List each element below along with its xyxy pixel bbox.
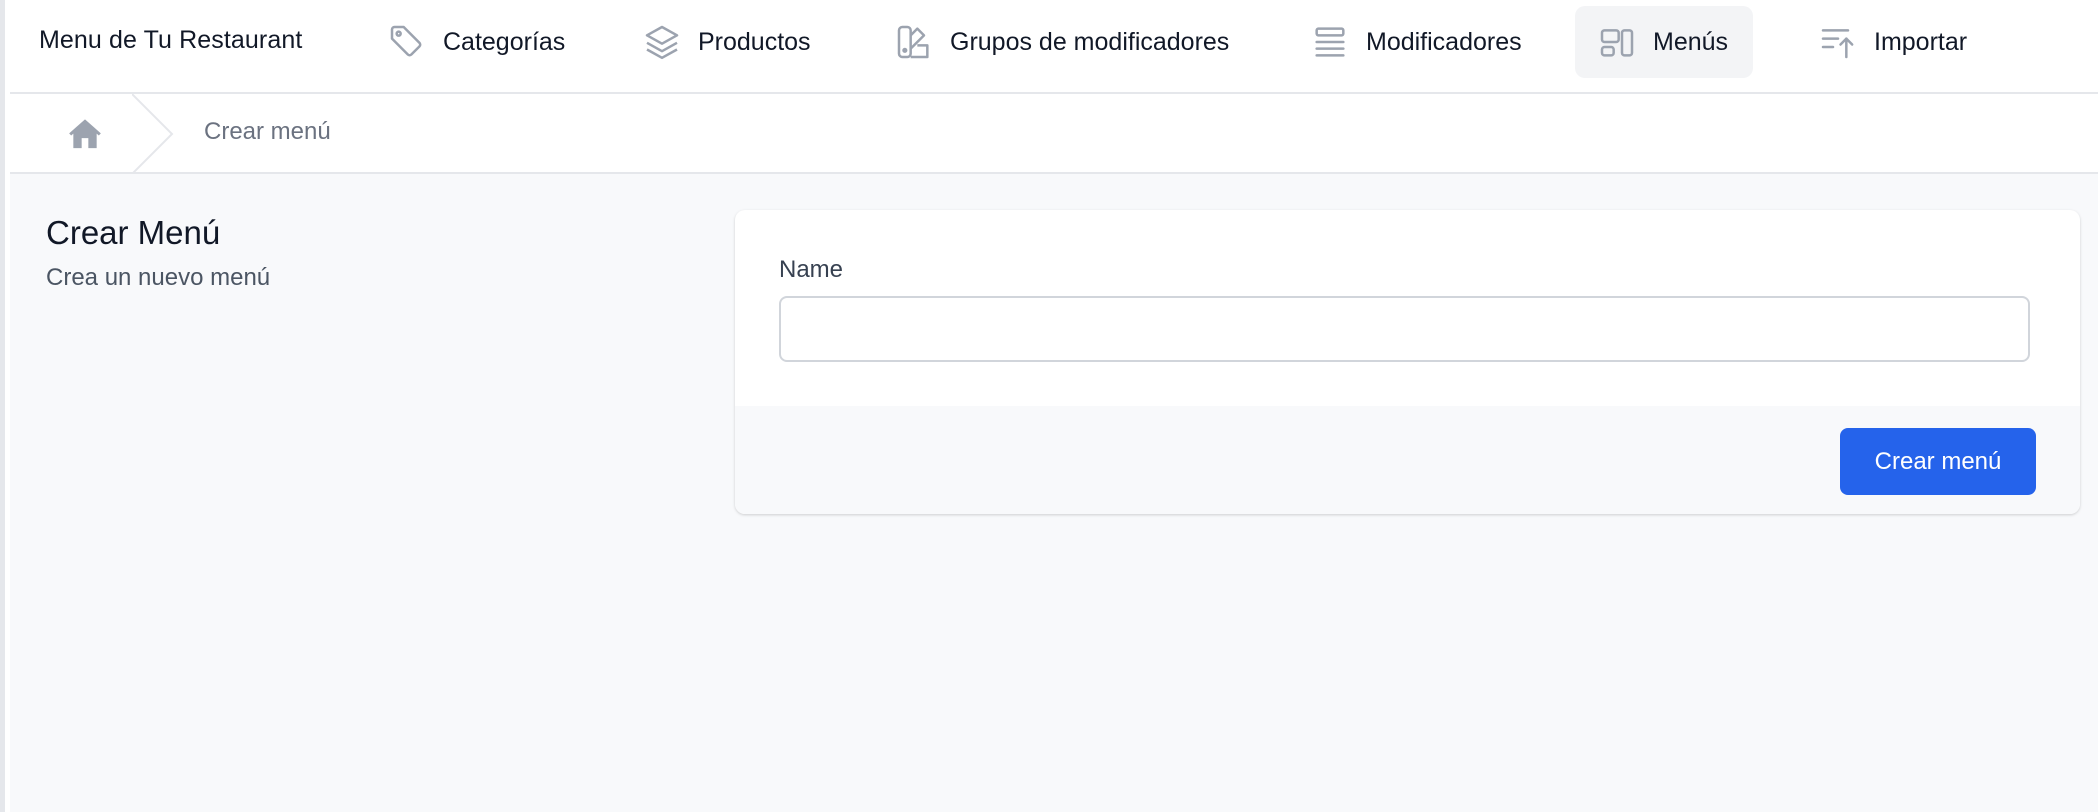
page-title: Crear Menú [46,214,221,251]
breadcrumb: Crear menú [10,94,2098,174]
nav-item-importar[interactable]: Importar [1796,6,1989,78]
layout-icon [1597,22,1637,62]
nav-item-grupos-de-modificadores[interactable]: Grupos de modificadores [872,6,1251,78]
breadcrumb-separator [132,94,174,174]
swatch-icon [894,22,934,62]
nav-item-modificadores[interactable]: Modificadores [1288,6,1544,78]
nav-item-label: Importar [1874,27,1968,56]
name-field-label: Name [779,256,844,283]
create-menu-button[interactable]: Crear menú [1840,428,2036,495]
nav-item-label: Categorías [443,27,566,56]
nav-item-productos[interactable]: Productos [620,6,833,78]
nav-item-label: Productos [698,27,811,56]
import-sort-icon [1818,22,1858,62]
create-menu-form: Name Crear menú [735,210,2080,514]
tag-icon [387,22,427,62]
form-footer: Crear menú [735,406,2080,514]
nav-item-label: Modificadores [1366,27,1522,56]
nav-item-menus[interactable]: Menús [1575,6,1753,78]
nav-item-label: Menús [1653,27,1729,56]
home-icon[interactable] [65,114,105,154]
top-navigation: Menu de Tu Restaurant Categorías Product… [10,0,2098,94]
name-input[interactable] [779,296,2030,362]
app-brand[interactable]: Menu de Tu Restaurant [39,26,302,55]
layers-icon [642,22,682,62]
nav-item-label: Grupos de modificadores [950,27,1230,56]
main-content: Crear Menú Crea un nuevo menú Name Crear… [10,174,2098,812]
nav-item-categorias[interactable]: Categorías [365,6,587,78]
list-icon [1310,22,1350,62]
app-frame: Menu de Tu Restaurant Categorías Product… [0,0,2098,812]
page-subtitle: Crea un nuevo menú [46,264,271,291]
breadcrumb-current[interactable]: Crear menú [204,118,331,146]
